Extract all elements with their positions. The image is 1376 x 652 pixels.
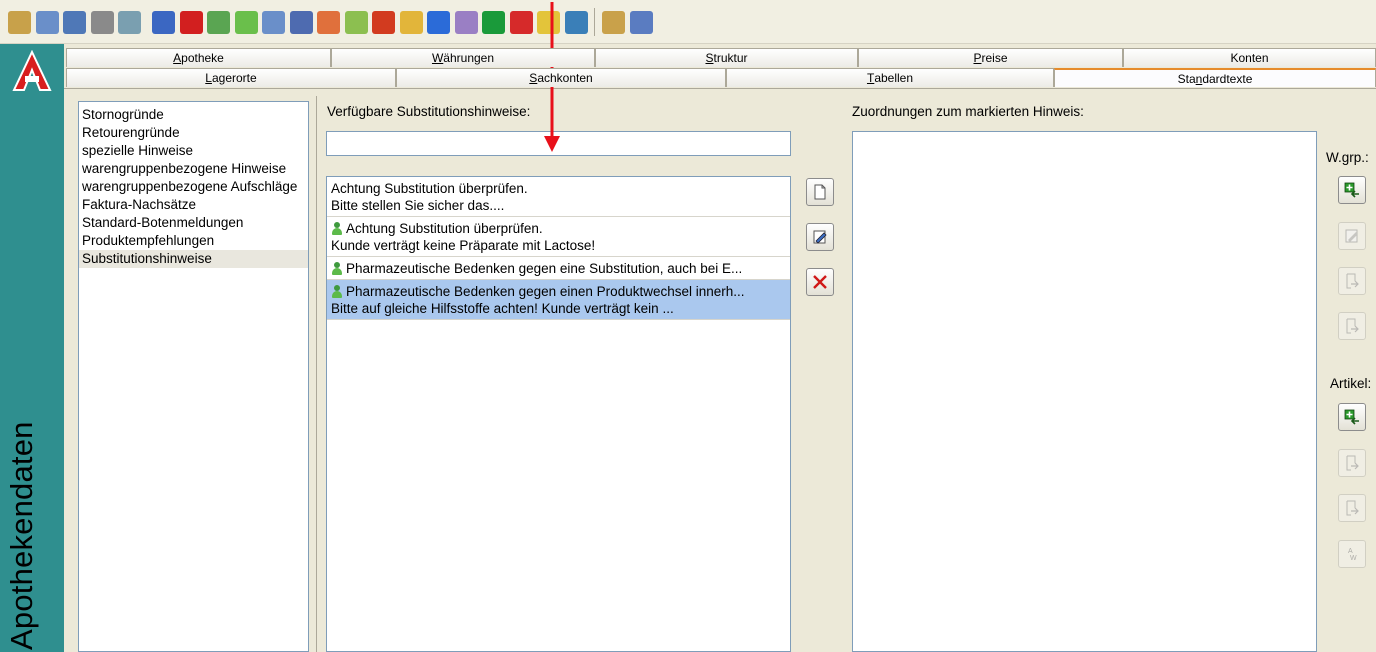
- add-artikel-button[interactable]: [1338, 403, 1366, 431]
- cabinet-icon[interactable]: [118, 11, 141, 34]
- tab-struktur[interactable]: Struktur: [595, 48, 858, 67]
- category-item[interactable]: warengruppenbezogene Hinweise: [79, 160, 308, 178]
- text-aw-icon: AW: [1348, 548, 1357, 562]
- mail-icon[interactable]: [399, 11, 423, 34]
- alert-icon[interactable]: [179, 11, 203, 34]
- tab-standardtexte[interactable]: Sta n dardtexte: [1054, 68, 1376, 87]
- edit-icon[interactable]: [152, 11, 175, 34]
- delete-x-icon: [813, 275, 827, 289]
- person-icon: [331, 262, 342, 275]
- barcode-icon[interactable]: [289, 11, 313, 34]
- move-artikel-button[interactable]: [1338, 449, 1366, 477]
- hint-item[interactable]: Achtung Substitution überprüfen. Bitte st…: [327, 177, 790, 217]
- tab-währungen[interactable]: Währungen: [331, 48, 595, 67]
- panel-divider: [316, 96, 317, 652]
- tab-preise[interactable]: Preise: [858, 48, 1123, 67]
- move-wgrp-button[interactable]: [1338, 267, 1366, 295]
- pharmacy-logo-icon: [10, 49, 54, 94]
- gear-icon[interactable]: [602, 11, 625, 34]
- cart-icon[interactable]: [262, 11, 285, 34]
- hint-item[interactable]: Pharmazeutische Bedenken gegen eine Subs…: [327, 257, 790, 280]
- cross-icon[interactable]: [509, 11, 533, 34]
- tab-tabellen[interactable]: Tabellen: [726, 68, 1054, 87]
- category-item[interactable]: Standard-Botenmeldungen: [79, 214, 308, 232]
- pharmacy-a-icon[interactable]: [8, 11, 31, 34]
- add-wgrp-button[interactable]: [1338, 176, 1366, 204]
- move-disabled-icon: [1346, 318, 1359, 334]
- category-item[interactable]: spezielle Hinweise: [79, 142, 308, 160]
- person-icon: [331, 285, 342, 298]
- move-disabled-icon: [1346, 455, 1359, 471]
- edit-document-icon: [813, 230, 827, 244]
- assignments-label: Zuordnungen zum markierten Hinweis:: [852, 104, 1084, 119]
- rename-artikel-button[interactable]: AW: [1338, 540, 1366, 568]
- edit-hint-button[interactable]: [806, 223, 834, 251]
- people-icon[interactable]: [35, 11, 59, 34]
- move-disabled-icon: [1346, 273, 1359, 289]
- card-icon[interactable]: [63, 11, 86, 34]
- brand-vertical-title: Apothekendaten: [4, 421, 39, 650]
- hint-item[interactable]: Pharmazeutische Bedenken gegen einen Pro…: [327, 280, 790, 320]
- assignments-list[interactable]: [852, 131, 1317, 652]
- at-icon[interactable]: [482, 11, 505, 34]
- remove-wgrp-button[interactable]: [1338, 312, 1366, 340]
- svg-text:A: A: [1348, 548, 1353, 555]
- new-document-icon: [814, 184, 826, 200]
- tab-apotheke[interactable]: Apotheke: [66, 48, 331, 67]
- tab-konten[interactable]: Konten: [1123, 48, 1376, 67]
- users-icon[interactable]: [207, 11, 230, 34]
- artikel-label: Artikel:: [1330, 376, 1372, 391]
- phone-icon[interactable]: [564, 11, 588, 34]
- shoe-icon[interactable]: [427, 11, 450, 34]
- delete-hint-button[interactable]: [806, 268, 834, 296]
- person-icon: [331, 222, 342, 235]
- category-list[interactable]: Stornogründe Retourengründe spezielle Hinw…: [78, 101, 309, 652]
- tablets-icon[interactable]: [317, 11, 340, 34]
- new-hint-button[interactable]: [806, 178, 834, 206]
- move-disabled-icon: [1346, 500, 1359, 516]
- category-item[interactable]: Faktura-Nachsätze: [79, 196, 308, 214]
- list-icon[interactable]: [344, 11, 368, 34]
- category-item[interactable]: warengruppenbezogene Aufschläge: [79, 178, 308, 196]
- add-green-icon: [1344, 409, 1359, 425]
- wgrp-label: W.grp.:: [1326, 150, 1369, 165]
- svg-text:W: W: [1350, 555, 1357, 562]
- clock-icon[interactable]: [629, 11, 653, 34]
- category-item[interactable]: Substitutionshinweise: [79, 250, 308, 268]
- edit-disabled-icon: [1345, 229, 1358, 243]
- notes-icon[interactable]: [234, 11, 258, 34]
- category-item[interactable]: Stornogründe: [79, 106, 308, 124]
- remove-artikel-button[interactable]: [1338, 494, 1366, 522]
- available-hints-label: Verfügbare Substitutionshinweise:: [327, 104, 531, 119]
- category-item[interactable]: Retourengründe: [79, 124, 308, 142]
- edit-wgrp-button[interactable]: [1338, 222, 1366, 250]
- network-icon[interactable]: [90, 11, 114, 34]
- add-green-icon: [1344, 182, 1359, 198]
- wrench-icon[interactable]: [454, 11, 478, 34]
- pie-chart-icon[interactable]: [372, 11, 395, 34]
- hint-item[interactable]: Achtung Substitution überprüfen. Kunde ve…: [327, 217, 790, 257]
- available-hints-list[interactable]: Achtung Substitution überprüfen. Bitte st…: [326, 176, 791, 652]
- main-toolbar: [0, 0, 1376, 44]
- tab-sachkonten[interactable]: Sachkonten: [396, 68, 726, 87]
- category-item[interactable]: Produktempfehlungen: [79, 232, 308, 250]
- toolbar-separator: [594, 8, 595, 36]
- tab-lagerorte[interactable]: Lagerorte: [66, 68, 396, 87]
